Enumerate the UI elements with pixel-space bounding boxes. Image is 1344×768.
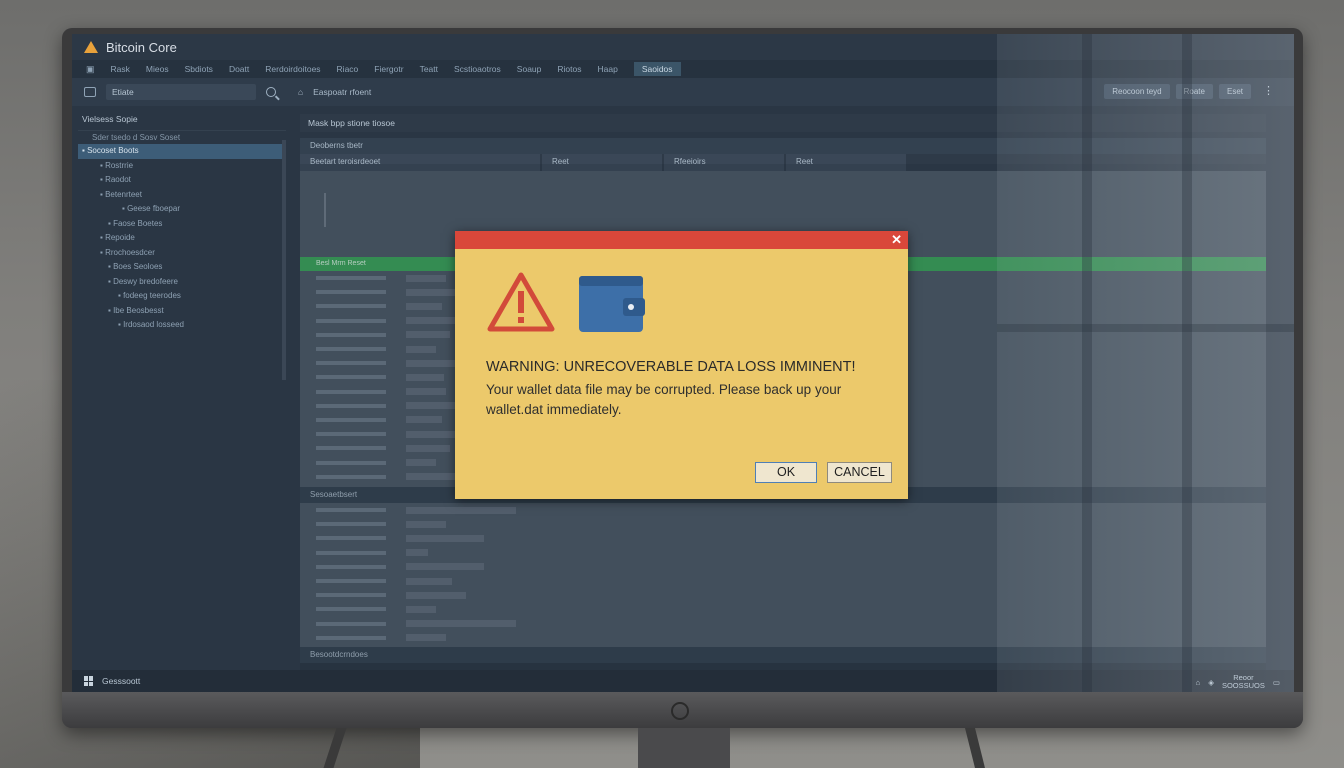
sidebar-item-label: fodeeg teerodes (123, 291, 181, 300)
statusbar: Gesssoott ⌂ ◈ Reoor SOOSSUOS ▭ (72, 670, 1294, 692)
toolbar: Etiate ⌂ Easpoatr rfoent Reocoon teyd Roa… (72, 78, 1294, 106)
section-top: Deoberns tbetr (300, 138, 1266, 154)
panel-title: Mask bpp stione tiosoe (300, 114, 1266, 132)
menu-item[interactable]: Saoidos (633, 62, 681, 76)
monitor-stand (638, 728, 730, 768)
sidebar-item-label: Socoset Boots (87, 146, 139, 155)
sidebar-item-label: Irdosaod losseed (123, 320, 184, 329)
sidebar: Vielsess Sopie Sder tsedo d Sosv Soset ▪… (78, 110, 286, 670)
ok-button[interactable]: OK (755, 462, 817, 483)
menu-item[interactable]: Fiergotr (374, 64, 403, 74)
menu-item[interactable]: Soaup (517, 64, 542, 74)
menubar: ▣ Rask Mieos Sbdiots Doatt Rerdoirdoitoes Ria… (72, 60, 1294, 78)
more-options-icon[interactable]: ⋮ (1263, 84, 1274, 99)
menu-item[interactable]: Haap (597, 64, 617, 74)
menu-item[interactable]: Rask (111, 64, 130, 74)
dialog-headline: WARNING: UNRECOVERABLE DATA LOSS IMMINEN… (486, 359, 856, 375)
toolbar-button-2[interactable]: Roate (1175, 84, 1213, 99)
sidebar-item-label: Faose Boetes (113, 218, 163, 228)
sidebar-item[interactable]: ▪ Boes Seoloes (78, 260, 286, 275)
chair-back-right (965, 728, 985, 768)
tray-time: Reoor SOOSSUOS (1221, 673, 1265, 690)
folder-icon: ⌂ (298, 87, 304, 97)
wallet-icon (579, 276, 645, 332)
volume-icon[interactable]: ◈ (1208, 678, 1214, 687)
sidebar-item[interactable]: ▪ Repoide (78, 231, 286, 246)
search-icon[interactable] (266, 87, 276, 97)
toolbar-button-3[interactable]: Eset (1218, 84, 1251, 99)
home-icon[interactable]: ▣ (86, 64, 95, 75)
status-label: Gesssoott (102, 676, 141, 686)
sidebar-item-label: Rostrrie (105, 160, 134, 170)
menu-item[interactable]: Riaco (337, 64, 359, 74)
sidebar-item[interactable]: ▪ Rostrrie (78, 159, 286, 174)
sidebar-item[interactable]: ▪ Betenrteet (78, 188, 286, 203)
sidebar-list: ▪ Socoset Boots ▪ Rostrrie ▪ Raodot ▪ Beten… (78, 144, 286, 333)
app-titlebar: Bitcoin Core (72, 34, 1294, 60)
sidebar-item-label: Repoide (105, 233, 135, 242)
sidebar-scrollbar[interactable] (282, 140, 286, 380)
menu-item[interactable]: Teatt (420, 64, 438, 74)
warning-triangle-icon (487, 272, 555, 332)
sidebar-header: Vielsess Sopie (82, 114, 138, 124)
close-icon[interactable]: ✕ (891, 233, 902, 246)
sidebar-item[interactable]: ▪ Rrochoesdcer (78, 246, 286, 261)
sidebar-subheader: Sder tsedo d Sosv Soset (78, 130, 286, 144)
dialog-message: Your wallet data file may be corrupted. … (486, 382, 842, 417)
menu-item[interactable]: Sbdiots (185, 64, 213, 74)
sidebar-item-label: Geese fboepar (127, 204, 180, 213)
toolbar-button-1[interactable]: Reocoon teyd (1104, 84, 1170, 99)
toolbar-right-buttons: Reocoon teyd Roate Eset ⋮ (1104, 84, 1274, 99)
path-label: ⌂ Easpoatr rfoent (298, 87, 372, 97)
sidebar-item-label: Deswy bredofeere (113, 276, 178, 286)
search-value: Etiate (112, 87, 134, 97)
monitor-logo-icon (671, 702, 689, 720)
sidebar-item[interactable]: ▪ Ibe Beosbesst (78, 304, 286, 319)
sidebar-item[interactable]: ▪ Faose Boetes (78, 217, 286, 232)
system-tray: ⌂ ◈ Reoor SOOSSUOS ▭ (1196, 674, 1280, 690)
search-input[interactable]: Etiate (106, 84, 256, 100)
sidebar-item-label: Raodot (105, 175, 131, 184)
menu-item[interactable]: Doatt (229, 64, 249, 74)
sidebar-item[interactable]: ▪ Geese fboepar (78, 202, 286, 217)
warning-icon (84, 41, 98, 53)
sidebar-item-label: Rrochoesdcer (105, 247, 155, 257)
sidebar-item-label: Betenrteet (105, 189, 142, 199)
start-icon[interactable] (84, 676, 94, 686)
sidebar-item-label: Ibe Beosbesst (113, 305, 164, 315)
grid-icon[interactable] (84, 87, 96, 97)
dialog-titlebar: ✕ (455, 231, 908, 249)
cancel-button[interactable]: CANCEL (827, 462, 892, 483)
menu-item[interactable]: Mieos (146, 64, 169, 74)
sidebar-item[interactable]: ▪ Deswy bredofeere (78, 275, 286, 290)
sidebar-item[interactable]: ▪ Raodot (78, 173, 286, 188)
network-icon[interactable]: ⌂ (1196, 678, 1201, 687)
notification-icon[interactable]: ▭ (1273, 678, 1280, 687)
warning-dialog: ✕ WARNING: UNRECOVERABLE DATA LOSS IMMIN… (455, 231, 908, 499)
sidebar-item-label: Boes Seoloes (113, 262, 163, 271)
sidebar-item[interactable]: ▪ fodeeg teerodes (78, 289, 286, 304)
sidebar-item[interactable]: ▪ Socoset Boots (78, 144, 286, 159)
menu-item[interactable]: Rerdoirdoitoes (265, 64, 320, 74)
menu-item[interactable]: Scstioaotros (454, 64, 501, 74)
menu-item[interactable]: Riotos (557, 64, 581, 74)
app-title: Bitcoin Core (106, 39, 177, 55)
screen: Bitcoin Core ▣ Rask Mieos Sbdiots Doatt Rerd… (72, 34, 1294, 692)
sidebar-item[interactable]: ▪ Irdosaod losseed (78, 318, 286, 333)
